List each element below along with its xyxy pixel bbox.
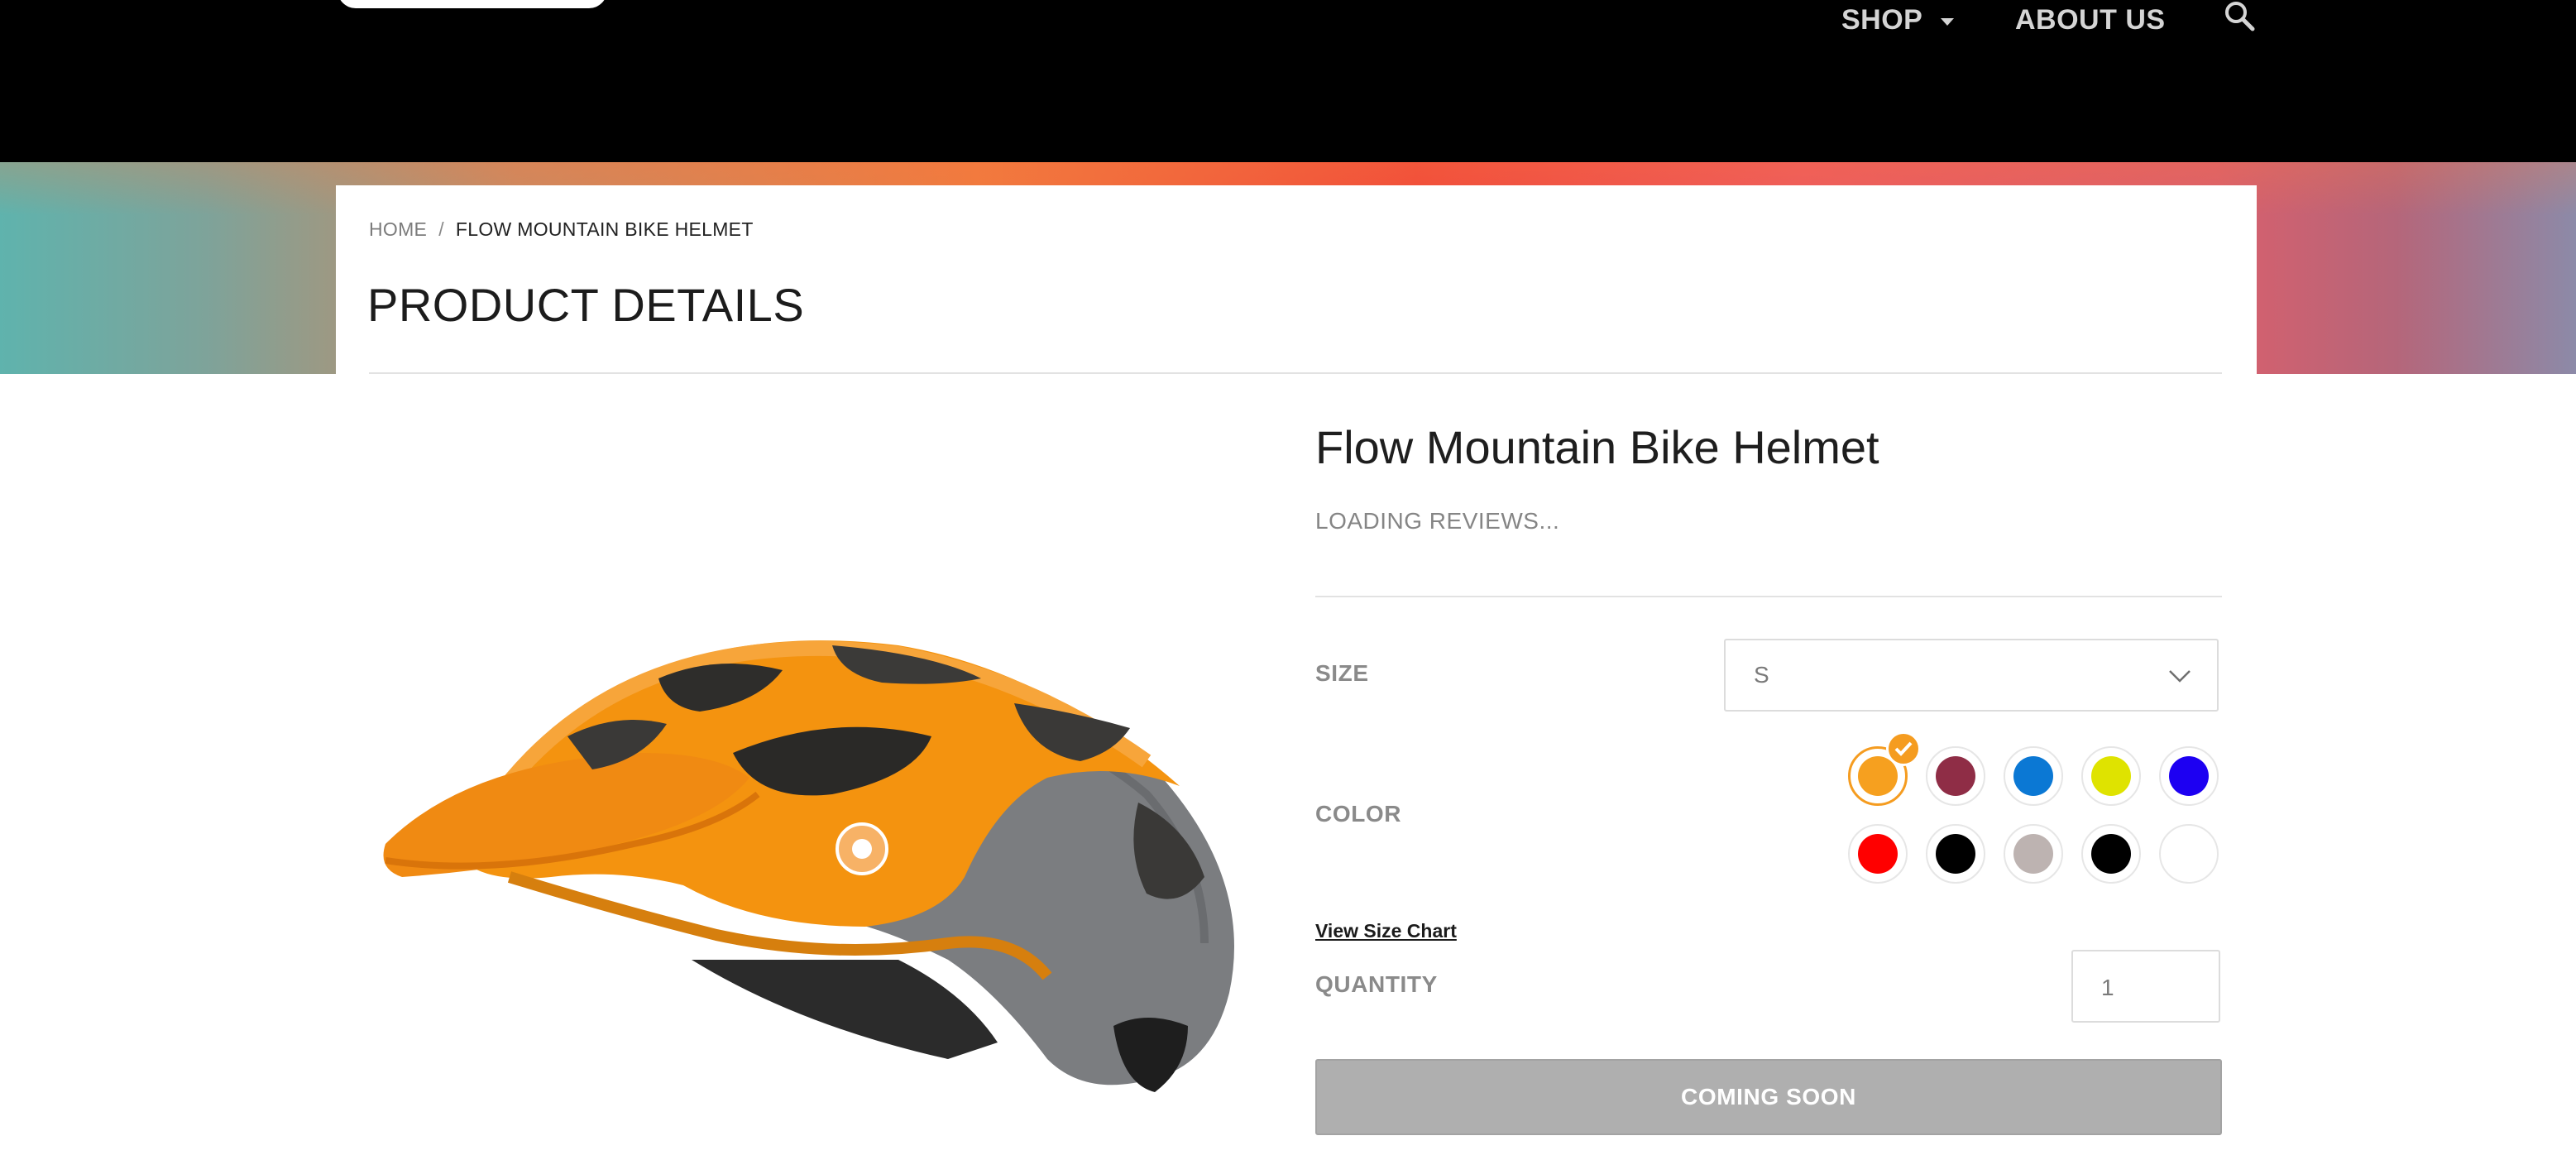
chevron-down-icon	[2167, 664, 2192, 688]
coming-soon-button[interactable]: COMING SOON	[1315, 1059, 2222, 1135]
chevron-down-icon	[1941, 17, 1955, 26]
site-header: SHOP ABOUT US	[0, 0, 2576, 162]
color-swatch-fill	[1936, 756, 1975, 796]
color-swatch[interactable]	[2159, 746, 2219, 806]
quantity-label: QUANTITY	[1315, 971, 1438, 997]
color-swatch[interactable]	[1926, 824, 1985, 884]
color-swatch[interactable]	[2081, 746, 2141, 806]
checkmark-icon	[1886, 731, 1921, 766]
color-swatch[interactable]	[1926, 746, 1985, 806]
product-name: Flow Mountain Bike Helmet	[1315, 421, 1879, 473]
size-select-value: S	[1754, 662, 1769, 688]
color-swatch-fill	[2169, 756, 2209, 796]
page-title: PRODUCT DETAILS	[367, 279, 805, 331]
color-swatch[interactable]	[2081, 824, 2141, 884]
quantity-input[interactable]: 1	[2071, 950, 2220, 1023]
breadcrumb-separator: /	[438, 218, 444, 240]
divider	[369, 372, 2222, 374]
color-swatch[interactable]	[2004, 824, 2063, 884]
site-logo[interactable]	[338, 0, 607, 8]
color-swatch-fill	[1936, 834, 1975, 874]
nav-about-us[interactable]: ABOUT US	[2015, 0, 2166, 40]
color-swatch-fill	[2013, 834, 2053, 874]
color-swatch-fill	[2091, 756, 2131, 796]
size-label: SIZE	[1315, 660, 1369, 686]
color-swatch-fill	[2013, 756, 2053, 796]
color-swatch[interactable]	[2004, 746, 2063, 806]
product-page: SHOP ABOUT US HOME / FLOW MOUNTAIN BIKE HE…	[0, 0, 2576, 1155]
view-size-chart-link[interactable]: View Size Chart	[1315, 920, 1457, 942]
color-swatch-fill	[1858, 834, 1898, 874]
nav-shop-label: SHOP	[1841, 3, 1923, 36]
breadcrumb-home[interactable]: HOME	[369, 218, 427, 240]
product-image[interactable]	[369, 530, 1262, 1109]
color-swatch-fill	[2169, 834, 2209, 874]
quantity-value: 1	[2101, 975, 2114, 1000]
color-swatch[interactable]	[2159, 824, 2219, 884]
reviews-status: LOADING REVIEWS...	[1315, 508, 1560, 534]
nav-about-label: ABOUT US	[2015, 3, 2166, 36]
breadcrumb: HOME / FLOW MOUNTAIN BIKE HELMET	[369, 218, 754, 241]
breadcrumb-current: FLOW MOUNTAIN BIKE HELMET	[455, 218, 754, 240]
color-swatch-fill	[2091, 834, 2131, 874]
search-icon[interactable]	[2222, 0, 2258, 36]
nav-shop[interactable]: SHOP	[1841, 0, 1955, 40]
color-swatch[interactable]	[1848, 824, 1908, 884]
divider	[1315, 596, 2222, 597]
size-select[interactable]: S	[1724, 639, 2219, 712]
color-label: COLOR	[1315, 801, 1402, 827]
